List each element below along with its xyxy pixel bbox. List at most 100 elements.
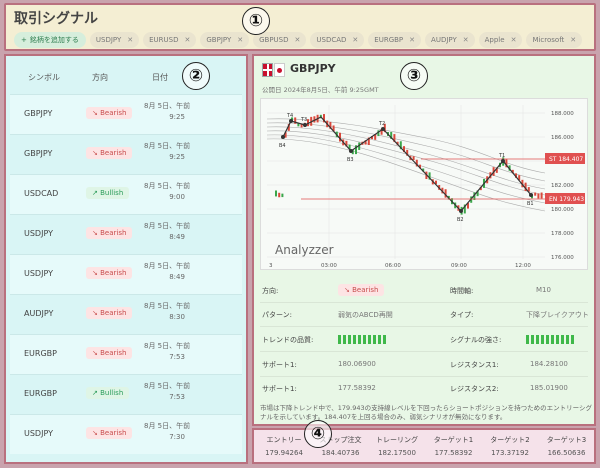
direction-badge: ↘ Bearish <box>86 427 133 439</box>
signal-row[interactable]: USDJPY ↘ Bearish 8月 5日、午前 8:49 <box>10 214 242 254</box>
symbol-chip[interactable]: Apple ✕ <box>478 32 523 48</box>
trade-level-value: 166.50636 <box>547 449 586 457</box>
close-icon[interactable]: ✕ <box>237 36 243 44</box>
wave-point-marker <box>349 149 353 153</box>
x-tick-label: 09:00 <box>451 263 467 269</box>
direction-value: Bearish <box>100 229 127 237</box>
trade-level-label: ターゲット3 <box>546 436 587 444</box>
column-symbol: シンボル <box>28 73 60 82</box>
meter-bar <box>348 335 351 344</box>
meter-bar <box>571 335 574 344</box>
signal-date: 8月 5日、午前 <box>144 382 191 390</box>
signal-date: 8月 5日、午前 <box>144 142 191 150</box>
callout-badge-2: ② <box>182 62 210 90</box>
meter-bar <box>343 335 346 344</box>
signal-row[interactable]: USDCAD ↗ Bullish 8月 5日、午前 9:00 <box>10 174 242 214</box>
symbol-chip[interactable]: GBPUSD ✕ <box>253 32 307 48</box>
signal-datetime: 8月 5日、午前 8:49 <box>144 221 190 243</box>
trade-level: エントリー 179.94264 <box>256 435 312 457</box>
chip-label: USDJPY <box>95 36 122 44</box>
signal-date: 8月 5日、午前 <box>144 342 191 350</box>
direction-badge: ↘ Bearish <box>86 307 133 319</box>
symbol-chip[interactable]: Microsoft ✕ <box>526 32 583 48</box>
wave-point-label: T2 <box>378 121 385 127</box>
trade-level-label: トレーリング <box>376 436 418 444</box>
meter-bar <box>566 335 569 344</box>
meter-bar <box>383 335 386 344</box>
signal-time: 9:25 <box>169 113 185 121</box>
pattern-value: 弱気のABCD再開 <box>338 311 393 319</box>
candle <box>540 192 543 199</box>
x-axis-ticks: 3 03:00 06:00 09:00 12:00 <box>269 263 531 269</box>
symbol-chip[interactable]: USDJPY ✕ <box>89 32 140 48</box>
signal-symbol: EURGBP <box>24 349 57 358</box>
signal-row[interactable]: EURGBP ↘ Bearish 8月 5日、午前 7:53 <box>10 334 242 374</box>
signal-time: 7:53 <box>169 353 185 361</box>
wave-point-marker <box>281 135 285 139</box>
pattern-label: パターン: <box>262 311 293 319</box>
direction-value: Bearish <box>100 109 127 117</box>
wave-point-label: T3 <box>300 117 307 123</box>
wave-point-label: B2 <box>457 217 464 223</box>
signal-row[interactable]: GBPJPY ↘ Bearish 8月 5日、午前 9:25 <box>10 134 242 174</box>
signal-row[interactable]: AUDJPY ↘ Bearish 8月 5日、午前 8:30 <box>10 294 242 334</box>
signal-date: 8月 5日、午前 <box>144 422 191 430</box>
trade-level: ターゲット2 173.37192 <box>482 435 538 457</box>
add-symbol-button[interactable]: + 銘柄を追加する <box>14 32 86 48</box>
signal-list-panel: シンボル 方向 日付 ② GBPJPY ↘ Bearish 8月 5日、午前 9:25… <box>4 54 248 464</box>
direction-value: Bearish <box>100 149 127 157</box>
symbol-chip[interactable]: AUDJPY ✕ <box>425 32 475 48</box>
candle <box>537 193 540 199</box>
signal-datetime: 8月 5日、午前 7:53 <box>144 381 190 403</box>
callout-badge-4: ④ <box>304 420 332 448</box>
arrow-up-right-icon: ↗ <box>92 189 98 197</box>
symbol-chip[interactable]: USDCAD ✕ <box>310 32 365 48</box>
signal-symbol: AUDJPY <box>24 309 54 318</box>
signal-time: 8:49 <box>169 273 185 281</box>
signal-table-header: シンボル 方向 日付 <box>6 68 246 86</box>
trade-level-value: 182.17500 <box>378 449 416 457</box>
close-icon[interactable]: ✕ <box>511 36 517 44</box>
wave-point-label: B1 <box>527 201 534 207</box>
direction-value: Bullish <box>100 389 124 397</box>
close-icon[interactable]: ✕ <box>409 36 415 44</box>
column-direction: 方向 <box>92 73 108 82</box>
x-tick-label: 12:00 <box>515 263 531 269</box>
signal-time: 7:30 <box>169 433 185 441</box>
close-icon[interactable]: ✕ <box>185 36 191 44</box>
price-chart[interactable]: B4T4T3B3T2B2T1B1 188.000186.000184.00018… <box>260 98 588 270</box>
symbol-chip[interactable]: GBPJPY ✕ <box>200 32 250 48</box>
signal-datetime: 8月 5日、午前 7:53 <box>144 341 190 363</box>
trade-level-value: 173.37192 <box>491 449 529 457</box>
trend-quality-label: トレンドの品質: <box>262 336 314 344</box>
divider <box>260 376 588 377</box>
uk-flag-icon <box>262 63 273 77</box>
signal-datetime: 8月 5日、午前 9:25 <box>144 101 190 123</box>
support2-label: サポート1: <box>262 385 297 393</box>
signal-row[interactable]: GBPJPY ↘ Bearish 8月 5日、午前 9:25 <box>10 94 242 134</box>
symbol-chip[interactable]: EURGBP ✕ <box>368 32 422 48</box>
close-icon[interactable]: ✕ <box>570 36 576 44</box>
chip-label: Apple <box>484 36 505 44</box>
arrow-down-right-icon: ↘ <box>92 429 98 437</box>
signal-row[interactable]: USDJPY ↘ Bearish 8月 5日、午前 7:30 <box>10 414 242 454</box>
meter-bar <box>546 335 549 344</box>
currency-flags <box>262 63 286 77</box>
support1-value: 180.06900 <box>338 360 376 368</box>
symbol-chip[interactable]: EURUSD ✕ <box>143 32 197 48</box>
close-icon[interactable]: ✕ <box>352 36 358 44</box>
resistance1-value: 184.28100 <box>530 360 568 368</box>
close-icon[interactable]: ✕ <box>295 36 301 44</box>
meter-bar <box>368 335 371 344</box>
signal-row[interactable]: USDJPY ↘ Bearish 8月 5日、午前 8:49 <box>10 254 242 294</box>
signal-symbol: GBPJPY <box>24 109 53 118</box>
close-icon[interactable]: ✕ <box>463 36 469 44</box>
chip-label: EURGBP <box>374 36 404 44</box>
y-tick-label: 180.000 <box>551 207 574 213</box>
x-tick-label: 06:00 <box>385 263 401 269</box>
signal-description: 市場は下降トレンド中で、179.943の支持線レベルを下回ったらショートポジショ… <box>260 404 592 421</box>
close-icon[interactable]: ✕ <box>127 36 133 44</box>
signal-row[interactable]: EURGBP ↗ Bullish 8月 5日、午前 7:53 <box>10 374 242 414</box>
type-label: タイプ: <box>450 311 474 319</box>
signal-date: 8月 5日、午前 <box>144 262 191 270</box>
